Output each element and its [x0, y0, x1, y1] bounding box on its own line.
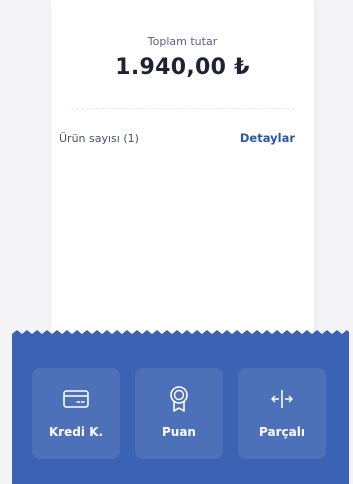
payment-method-panel: Kredi K. Puan Parçalı — [12, 330, 349, 484]
credit-card-icon — [61, 387, 91, 411]
credit-card-label: Kredi K. — [48, 425, 104, 439]
payment-methods: Kredi K. Puan Parçalı — [32, 368, 326, 459]
total-label: Toplam tutar — [147, 35, 218, 48]
item-count-label: Ürün sayısı (1) — [59, 131, 139, 145]
dashed-divider — [71, 108, 295, 109]
split-payment-label: Parçalı — [259, 425, 305, 439]
payment-screen: Toplam tutar 1.940,00 ₺ Ürün sayısı (1) … — [0, 0, 353, 484]
zigzag-edge — [12, 330, 349, 339]
details-link[interactable]: Detaylar — [240, 131, 295, 145]
total-amount: 1.940,00 ₺ — [115, 55, 250, 80]
award-badge-icon — [164, 386, 194, 412]
item-count-row: Ürün sayısı (1) Detaylar — [59, 131, 295, 145]
points-option[interactable]: Puan — [135, 368, 223, 459]
credit-card-option[interactable]: Kredi K. — [32, 368, 120, 459]
split-arrows-icon — [267, 387, 297, 411]
points-label: Puan — [162, 425, 196, 439]
order-summary-card: Toplam tutar 1.940,00 ₺ Ürün sayısı (1) … — [51, 0, 314, 355]
split-payment-option[interactable]: Parçalı — [238, 368, 326, 459]
